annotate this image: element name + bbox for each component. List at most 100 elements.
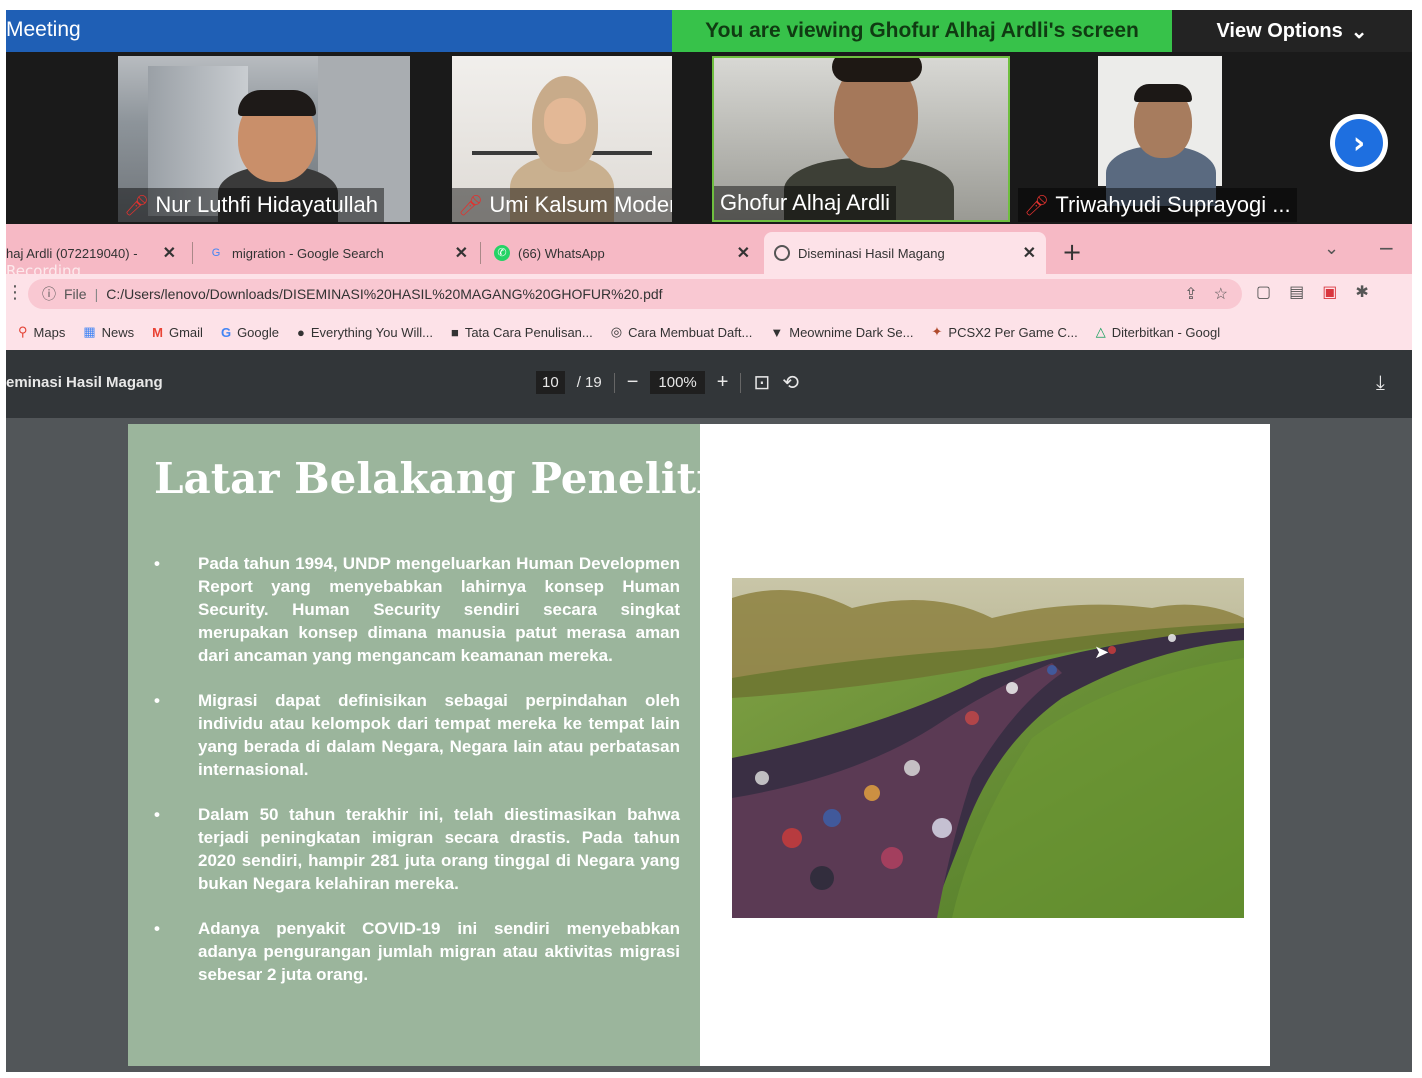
extension-icon[interactable]: ▢	[1256, 282, 1271, 301]
site-icon: ✦	[931, 324, 943, 339]
participant-name-text: Nur Luthfi Hidayatullah	[155, 192, 378, 217]
new-tab-button[interactable]: +	[1062, 238, 1082, 266]
participant-name-text: Ghofur Alhaj Ardli	[720, 190, 890, 215]
globe-icon	[774, 245, 790, 261]
menu-dots-icon[interactable]: ⋮	[6, 282, 24, 303]
view-options-button[interactable]: View Options ⌄	[1172, 10, 1412, 52]
pdf-viewport[interactable]: Latar Belakang Penelitian Pada tahun 199…	[6, 418, 1412, 1072]
tab-label: (66) WhatsApp	[518, 245, 605, 261]
viewing-banner: You are viewing Ghofur Alhaj Ardli's scr…	[672, 10, 1172, 52]
participant-tile[interactable]: 🎤︎ Nur Luthfi Hidayatullah	[118, 56, 410, 222]
slide-bullet: Pada tahun 1994, UNDP mengeluarkan Human…	[154, 552, 680, 667]
chevron-down-icon: ⌄	[1350, 20, 1368, 43]
bookmark-pcsx2[interactable]: ✦ PCSX2 Per Game C...	[932, 324, 1078, 340]
bookmark-label: Everything You Will...	[310, 324, 433, 340]
tab-whatsapp[interactable]: ✆ (66) WhatsApp ✕	[484, 232, 760, 274]
zoom-top-bar: Meeting You are viewing Ghofur Alhaj Ard…	[6, 10, 1412, 52]
pdf-toolbar: eminasi Hasil Magang 10 / 19 − 100% + ⊡ …	[6, 350, 1412, 418]
slide-bullet: Dalam 50 tahun terakhir ini, telah diest…	[154, 803, 680, 895]
scheme-label: File	[64, 286, 87, 302]
tab-pdf-active[interactable]: Diseminasi Hasil Magang ✕	[764, 232, 1046, 274]
photo-illustration	[732, 578, 1244, 918]
chevron-right-icon: ›	[1335, 119, 1383, 167]
pdf-controls: 10 / 19 − 100% + ⊡ ⟲	[536, 370, 799, 395]
star-icon[interactable]: ☆	[1214, 284, 1228, 304]
bookmark-gmail[interactable]: M Gmail	[152, 325, 203, 340]
bookmark-label: News	[101, 324, 135, 340]
participant-tile[interactable]: 🎤︎ Triwahyudi Suprayogi ...	[1018, 56, 1310, 222]
slide-title: Latar Belakang Penelitian	[154, 454, 770, 503]
google-icon: G	[220, 324, 232, 340]
close-icon[interactable]: ✕	[163, 243, 176, 263]
tab-search-chevron-icon[interactable]: ⌄	[1324, 238, 1339, 259]
slide-bullet: Adanya penyakit COVID-19 ini sendiri men…	[154, 917, 680, 986]
reading-list-icon[interactable]: ▤	[1289, 282, 1304, 301]
slide-text-panel: Latar Belakang Penelitian Pada tahun 199…	[128, 424, 770, 1066]
bookmark-news[interactable]: ▦ News	[83, 324, 134, 340]
bookmark-everything[interactable]: ● Everything You Will...	[297, 325, 433, 340]
zoom-level-input[interactable]: 100%	[650, 371, 705, 394]
page-number-input[interactable]: 10	[536, 371, 565, 394]
fit-page-icon[interactable]: ⊡	[753, 370, 770, 395]
tab-google-search[interactable]: G migration - Google Search ✕	[198, 232, 478, 274]
participant-tile[interactable]: 🎤︎ Umi Kalsum Moderator	[452, 56, 672, 222]
bookmark-meownime[interactable]: ▼ Meownime Dark Se...	[770, 325, 913, 340]
participant-tile-active[interactable]: Ghofur Alhaj Ardli	[712, 56, 1010, 222]
close-icon[interactable]: ✕	[1023, 243, 1036, 263]
pdf-title: eminasi Hasil Magang	[6, 374, 163, 391]
zoom-in-icon[interactable]: +	[717, 371, 729, 394]
bookmark-maps[interactable]: ⚲ Maps	[18, 324, 65, 340]
address-bar[interactable]: ⓘ File | C:/Users/lenovo/Downloads/DISEM…	[28, 279, 1242, 309]
tab-separator	[480, 242, 481, 264]
participant-name-text: Triwahyudi Suprayogi ...	[1055, 192, 1291, 217]
close-icon[interactable]: ✕	[455, 243, 468, 263]
close-icon[interactable]: ✕	[737, 243, 750, 263]
bookmark-label: PCSX2 Per Game C...	[948, 324, 1078, 340]
migrants-crowd-photo	[732, 578, 1244, 918]
toolbar-divider	[740, 372, 742, 393]
site-icon: ■	[450, 324, 459, 340]
zoom-out-icon[interactable]: −	[627, 371, 639, 394]
address-divider: |	[94, 286, 99, 302]
bookmark-label: Tata Cara Penulisan...	[464, 324, 593, 340]
mic-muted-icon: 🎤︎	[458, 194, 484, 217]
participant-name: 🎤︎ Nur Luthfi Hidayatullah	[118, 188, 384, 222]
bookmark-label: Gmail	[168, 324, 203, 340]
bookmark-label: Diterbitkan - Googl	[1111, 324, 1221, 340]
bookmark-tata-cara[interactable]: ■ Tata Cara Penulisan...	[451, 325, 593, 340]
gmail-icon: M	[152, 324, 163, 340]
mic-muted-icon: 🎤︎	[1024, 194, 1050, 217]
slide-bullet: Migrasi dapat definisikan sebagai perpin…	[154, 689, 680, 781]
info-icon[interactable]: ⓘ	[42, 284, 56, 304]
bookmark-google[interactable]: G Google	[221, 325, 279, 340]
mouse-cursor-icon: ➤	[1094, 642, 1110, 663]
participant-name: Ghofur Alhaj Ardli	[714, 186, 896, 220]
pdf-page: Latar Belakang Penelitian Pada tahun 199…	[128, 424, 1270, 1066]
pdf-extension-icon[interactable]: ▣	[1322, 282, 1337, 301]
tab-label: haj Ardli (072219040) -	[6, 245, 138, 261]
bookmark-label: Google	[237, 324, 279, 340]
bookmark-drive[interactable]: △ Diterbitkan - Googl	[1096, 324, 1220, 340]
whatsapp-icon: ✆	[494, 245, 510, 261]
video-strip: 🎤︎ Nur Luthfi Hidayatullah 🎤︎ Umi Kalsum…	[6, 52, 1412, 224]
site-icon: ●	[296, 324, 305, 340]
bookmark-cara-membuat[interactable]: ◎ Cara Membuat Daft...	[611, 324, 753, 340]
bookmarks-bar: ⚲ Maps ▦ News M Gmail G Google ● Everything Y…	[6, 314, 1412, 350]
toolbar-divider	[613, 372, 615, 393]
share-icon[interactable]: ⇪	[1184, 284, 1197, 304]
view-options-label: View Options	[1216, 19, 1343, 42]
next-participants-button[interactable]: ›	[1330, 114, 1388, 172]
address-url[interactable]: C:/Users/lenovo/Downloads/DISEMINASI%20H…	[106, 286, 1184, 302]
minimize-button[interactable]: −	[1378, 236, 1395, 260]
puzzle-icon[interactable]: ✱	[1355, 282, 1368, 301]
download-icon[interactable]: ⤓	[1376, 370, 1385, 394]
participant-name: 🎤︎ Umi Kalsum Moderator	[452, 188, 672, 222]
extensions-bar: ▢ ▤ ▣ ✱	[1256, 282, 1369, 301]
rotate-icon[interactable]: ⟲	[782, 370, 799, 395]
participant-name: 🎤︎ Triwahyudi Suprayogi ...	[1018, 188, 1297, 222]
screen-share-frame: Meeting You are viewing Ghofur Alhaj Ard…	[6, 10, 1412, 1072]
participant-name-text: Umi Kalsum Moderator	[489, 192, 672, 217]
drive-icon: △	[1095, 324, 1106, 339]
map-pin-icon: ⚲	[18, 324, 28, 339]
google-icon: G	[211, 247, 221, 259]
